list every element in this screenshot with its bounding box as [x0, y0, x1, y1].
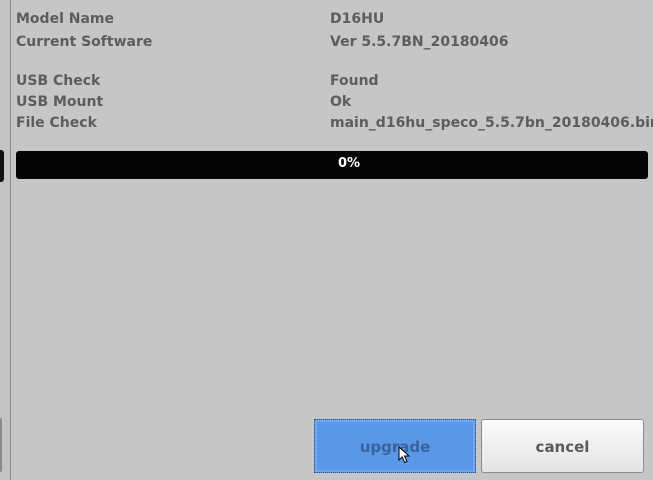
- usb-check-value: Found: [330, 73, 379, 89]
- usb-mount-label: USB Mount: [16, 94, 104, 110]
- file-check-label: File Check: [16, 115, 97, 131]
- usb-mount-value: Ok: [330, 94, 352, 110]
- file-check-row: File Check main_d16hu_speco_5.5.7bn_2018…: [16, 114, 653, 132]
- cancel-button[interactable]: cancel: [481, 419, 644, 473]
- current-software-label: Current Software: [16, 34, 153, 50]
- left-panel-tab: [0, 150, 4, 182]
- mouse-pointer-icon: [398, 446, 411, 464]
- upgrade-progress-bar: 0%: [16, 151, 648, 179]
- usb-mount-row: USB Mount Ok: [16, 93, 653, 111]
- model-name-row: Model Name D16HU: [16, 10, 653, 28]
- left-panel-divider: [0, 418, 2, 472]
- upgrade-dialog: Model Name D16HU Current Software Ver 5.…: [0, 0, 653, 480]
- current-software-value: Ver 5.5.7BN_20180406: [330, 34, 509, 50]
- left-panel-edge: [0, 0, 11, 480]
- model-name-label: Model Name: [16, 11, 114, 27]
- progress-percent-text: 0%: [338, 156, 361, 171]
- usb-check-label: USB Check: [16, 73, 101, 89]
- usb-check-row: USB Check Found: [16, 72, 653, 90]
- model-name-value: D16HU: [330, 11, 385, 27]
- upgrade-button[interactable]: upgrade: [314, 419, 476, 473]
- file-check-value: main_d16hu_speco_5.5.7bn_20180406.bin: [330, 115, 653, 131]
- current-software-row: Current Software Ver 5.5.7BN_20180406: [16, 33, 653, 51]
